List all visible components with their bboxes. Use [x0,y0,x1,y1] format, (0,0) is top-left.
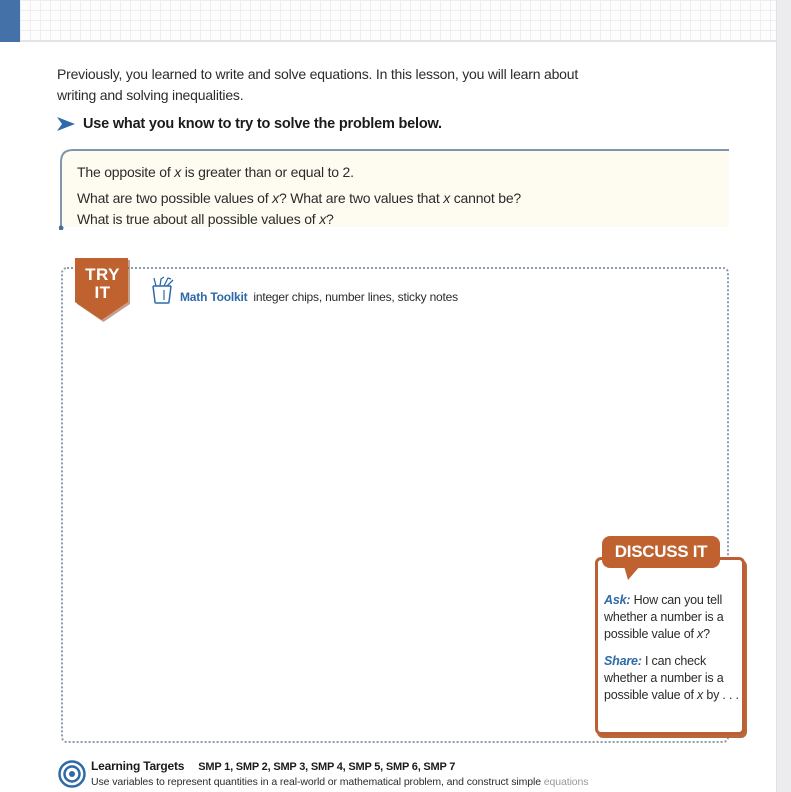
math-toolkit: Math Toolkit integer chips, number lines… [150,276,458,304]
discuss-share: Share: I can check whether a number is a… [604,654,739,702]
problem-question-2: What is true about all possible values o… [77,211,334,227]
problem-text: The opposite of x is greater than or equ… [77,162,521,230]
discuss-it-title: DISCUSS IT [602,536,720,568]
learning-targets-description: Use variables to represent quantities in… [91,776,589,788]
instruction-text: Use what you know to try to solve the pr… [83,116,442,132]
pencil-cup-icon [152,276,174,304]
page-gutter [776,0,791,792]
learning-targets-title: Learning Targets SMP 1, SMP 2, SMP 3, SMP… [91,759,456,773]
intro-paragraph: Previously, you learned to write and sol… [57,64,657,106]
header-color-tab [0,0,20,42]
discuss-it-body: Ask: How can you tell whether a number i… [604,592,739,714]
discuss-ask: Ask: How can you tell whether a number i… [604,593,724,641]
instruction: Use what you know to try to solve the pr… [57,116,442,132]
try-it-label: TRY IT [85,265,120,302]
discuss-speech-tail [624,566,640,580]
intro-line-2: writing and solving inequalities. [57,87,244,103]
problem-statement: The opposite of x is greater than or equ… [77,164,354,180]
target-icon [58,760,86,788]
intro-line-1: Previously, you learned to write and sol… [57,66,579,82]
toolkit-title: Math Toolkit [180,290,248,304]
header-grid-band [0,0,776,42]
learning-targets-standards: SMP 1, SMP 2, SMP 3, SMP 4, SMP 5, SMP 6… [198,761,456,773]
problem-question-1: What are two possible values of x? What … [77,190,522,206]
arrow-right-icon [57,117,75,131]
toolkit-items: integer chips, number lines, sticky note… [253,290,458,304]
